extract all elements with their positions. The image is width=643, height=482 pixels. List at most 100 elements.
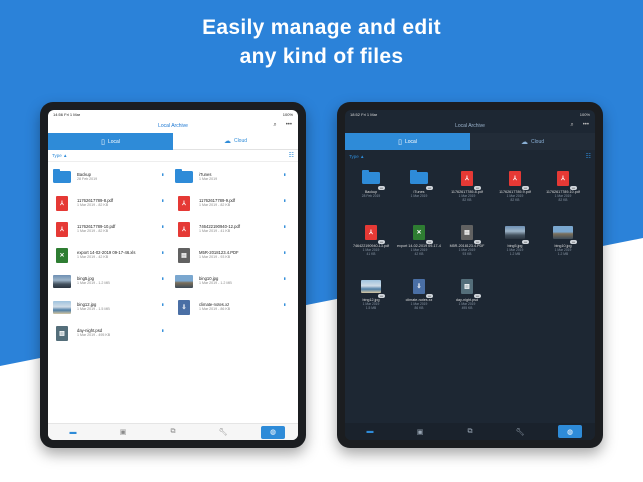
grid-item[interactable]: ⅄ ••• 11762617789-10.pdf 1 Mar 2019 82 KB [541, 168, 585, 226]
item-menu-icon[interactable]: ••• [426, 240, 433, 244]
tab-images[interactable]: ▣ [408, 425, 432, 438]
item-menu-icon[interactable]: ••• [281, 251, 287, 253]
grid-item[interactable]: ▥ ••• day-night.psd 1 Mar 2019 495 KB [445, 276, 489, 334]
item-menu-icon[interactable]: ••• [474, 294, 481, 298]
tab-local[interactable]: ▯ Local [48, 133, 173, 150]
item-menu-icon[interactable]: ••• [159, 329, 165, 331]
item-menu-icon[interactable]: ••• [426, 294, 433, 298]
list-item[interactable]: ⅄ 11762617789-10.pdf 1 Mar 2019 - 82 KB ••• [48, 218, 168, 240]
item-menu-icon[interactable]: ••• [378, 294, 385, 298]
list-item[interactable]: ⇩ climate-notes.xz 1 Mar 2019 - 86 KB ••• [170, 296, 290, 318]
file-meta: bing12.jpg 1 Mar 2019 - 1.5 MB [77, 302, 168, 312]
file-thumbnail: ⅄ [53, 195, 71, 211]
list-item[interactable]: ▤ M5R-2018123.4.PDF 1 Mar 2019 - 93 KB ••• [170, 244, 290, 266]
tab-files[interactable]: ▬ [358, 425, 382, 438]
pdf-icon: ⅄ [557, 170, 569, 186]
item-menu-icon[interactable]: ••• [522, 186, 529, 190]
tab-tools[interactable]: 🔧︎ [508, 425, 532, 438]
item-menu-icon[interactable]: ••• [522, 240, 529, 244]
file-details: 1 Mar 2019 [410, 194, 428, 198]
view-toggle-icon[interactable]: ☷ [289, 152, 294, 159]
list-item[interactable]: ▥ day-night.psd 1 Mar 2019 - 495 KB ••• [48, 322, 168, 344]
tab-network[interactable]: ⧉ [458, 425, 482, 438]
sort-by-type-button[interactable]: Type ▲ [52, 153, 67, 158]
folder-icon [53, 168, 71, 183]
item-menu-icon[interactable]: ••• [281, 225, 287, 227]
grid-item[interactable]: ••• iTunes 1 Mar 2019 [397, 168, 441, 226]
item-menu-icon[interactable]: ••• [281, 277, 287, 279]
image-icon: ▣ [416, 428, 424, 436]
folder-icon: ▬ [69, 428, 77, 436]
tab-files[interactable]: ▬ [61, 426, 85, 439]
item-menu-icon[interactable]: ••• [281, 173, 287, 175]
tab-local[interactable]: ▯ Local [345, 133, 470, 150]
item-menu-icon[interactable]: ••• [159, 303, 165, 305]
list-item[interactable]: ⅄ 11762617789-8.pdf 1 Mar 2019 - 82 KB ••• [48, 192, 168, 214]
image-icon [505, 225, 525, 239]
grid-item[interactable]: ⇩ ••• climate-notes.xz 1 Mar 2019 86 KB [397, 276, 441, 334]
item-menu-icon[interactable]: ••• [426, 186, 433, 190]
file-details: 1 Mar 2019 - 495 KB [77, 333, 111, 338]
item-menu-icon[interactable]: ••• [570, 186, 577, 190]
more-icon[interactable]: ••• [286, 122, 292, 129]
item-menu-icon[interactable]: ••• [159, 251, 165, 253]
search-icon[interactable]: ⌕ [570, 122, 573, 129]
sort-by-type-button[interactable]: Type ▲ [349, 154, 364, 159]
list-item[interactable]: ✕ export 14-02-2019 09-17-46.xls 1 Mar 201… [48, 244, 168, 266]
item-menu-icon[interactable]: ••• [159, 173, 165, 175]
item-menu-icon[interactable]: ••• [378, 186, 385, 190]
search-icon[interactable]: ⌕ [273, 122, 276, 129]
item-menu-icon[interactable]: ••• [159, 199, 165, 201]
file-meta: bing5.jpg 1 Mar 2019 - 1.2 MB [77, 276, 168, 286]
grid-item[interactable]: ⅄ ••• 11762617789-9.pdf 1 Mar 2019 82 KB [493, 168, 537, 226]
file-details: 1 Mar 2019 - 82 KB [77, 203, 109, 208]
list-item[interactable]: ⅄ 746422190940-12.pdf 1 Mar 2019 - 41 KB ••… [170, 218, 290, 240]
list-item[interactable]: ⅄ 11762617789-9.pdf 1 Mar 2019 - 82 KB ••• [170, 192, 290, 214]
grid-item[interactable]: ⅄ ••• 746422190940-13.pdf 1 Mar 2019 41 KB [349, 222, 393, 280]
tab-web[interactable]: ◍ [261, 425, 285, 439]
phone-icon: ▯ [398, 138, 402, 146]
file-grid: ••• Backup 28 Feb 2019 ••• iTunes 1 Mar 2019 ⅄… [345, 162, 595, 407]
file-details: 86 KB [414, 306, 424, 311]
item-menu-icon[interactable]: ••• [281, 199, 287, 201]
item-menu-icon[interactable]: ••• [281, 303, 287, 305]
item-menu-icon[interactable]: ••• [378, 240, 385, 244]
file-meta: 11762617789-10.pdf 1 Mar 2019 - 82 KB [77, 224, 168, 234]
file-thumbnail: ⅄ [53, 221, 71, 237]
grid-item[interactable]: ••• bing10.jpg 1 Mar 2019 1.2 MB [541, 222, 585, 280]
folder-icon: ▬ [366, 428, 374, 435]
file-meta: Backup 28 Feb 2019 [77, 172, 168, 182]
tab-web[interactable]: ◍ [558, 425, 582, 438]
item-menu-icon[interactable]: ••• [474, 186, 481, 190]
list-item[interactable]: iTunes 1 Mar 2019 ••• [170, 166, 290, 188]
status-battery: 100% [579, 112, 590, 117]
tab-cloud[interactable]: ☁ Cloud [470, 133, 595, 150]
grid-item[interactable]: ••• bing12.jpg 1 Mar 2019 1.5 MB [349, 276, 393, 334]
list-item[interactable]: bing12.jpg 1 Mar 2019 - 1.5 MB ••• [48, 296, 168, 318]
list-item[interactable]: Backup 28 Feb 2019 ••• [48, 166, 168, 188]
file-details: 1 Mar 2019 - 1.2 MB [199, 281, 232, 286]
item-menu-icon[interactable]: ••• [159, 225, 165, 227]
grid-item[interactable]: ••• Backup 28 Feb 2019 [349, 168, 393, 226]
list-item[interactable]: bing5.jpg 1 Mar 2019 - 1.2 MB ••• [48, 270, 168, 292]
file-details: 1 Mar 2019 - 82 KB [199, 203, 231, 208]
item-menu-icon[interactable]: ••• [570, 240, 577, 244]
tab-images[interactable]: ▣ [111, 426, 135, 439]
item-menu-icon[interactable]: ••• [474, 240, 481, 244]
pdf-icon: ⅄ [178, 195, 190, 211]
tab-cloud[interactable]: ☁ Cloud [173, 133, 298, 150]
file-meta: 11762617789-8.pdf 1 Mar 2019 - 82 KB [77, 198, 168, 208]
more-icon[interactable]: ••• [583, 122, 589, 129]
grid-item[interactable]: ⅄ ••• 11762617789-8.pdf 1 Mar 2019 82 KB [445, 168, 489, 226]
file-thumbnail: ▤ [175, 247, 193, 263]
usb-folder-icon [175, 168, 193, 183]
grid-item[interactable]: ••• bing5.jpg 1 Mar 2019 1.2 MB [493, 222, 537, 280]
grid-item[interactable]: ✕•••export 14-02-2019 09-17-46.xls1 Mar … [397, 222, 441, 280]
view-toggle-icon[interactable]: ☷ [586, 153, 591, 160]
tab-network[interactable]: ⧉ [161, 426, 185, 439]
item-menu-icon[interactable]: ••• [159, 277, 165, 279]
grid-item[interactable]: ▤ ••• M5R-2018123.4.PDF 1 Mar 2019 93 KB [445, 222, 489, 280]
pdf-icon: ⅄ [56, 195, 68, 211]
tab-tools[interactable]: 🔧︎ [211, 426, 235, 439]
list-item[interactable]: bing10.jpg 1 Mar 2019 - 1.2 MB ••• [170, 270, 290, 292]
